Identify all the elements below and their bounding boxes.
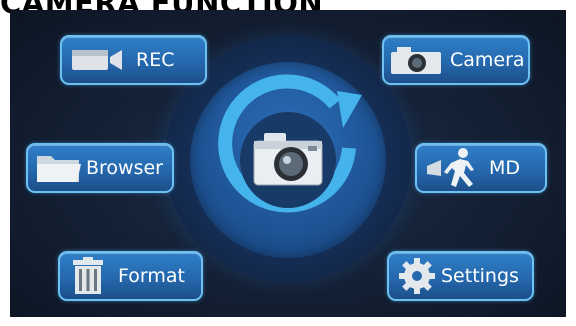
photo-camera-icon: [391, 47, 441, 74]
trash-can-icon: [73, 257, 103, 294]
format-label: Format: [118, 265, 185, 287]
rec-label: REC: [136, 49, 175, 71]
browser-label: Browser: [86, 157, 163, 179]
current-mode-camera-icon[interactable]: [190, 62, 386, 258]
md-button[interactable]: MD: [415, 143, 547, 193]
camera-menu-screen: REC Camera Browser MD Format Settings: [10, 10, 566, 317]
browser-button[interactable]: Browser: [26, 143, 174, 193]
settings-button[interactable]: Settings: [387, 251, 534, 301]
folder-icon: [37, 156, 81, 182]
rec-button[interactable]: REC: [60, 35, 207, 85]
format-button[interactable]: Format: [58, 251, 203, 301]
settings-label: Settings: [441, 265, 519, 287]
camera-label: Camera: [450, 49, 525, 71]
video-camera-icon: [72, 50, 122, 70]
motion-person-icon: [427, 148, 474, 187]
md-label: MD: [489, 157, 521, 179]
gear-icon: [399, 258, 435, 294]
camera-button[interactable]: Camera: [382, 35, 530, 85]
